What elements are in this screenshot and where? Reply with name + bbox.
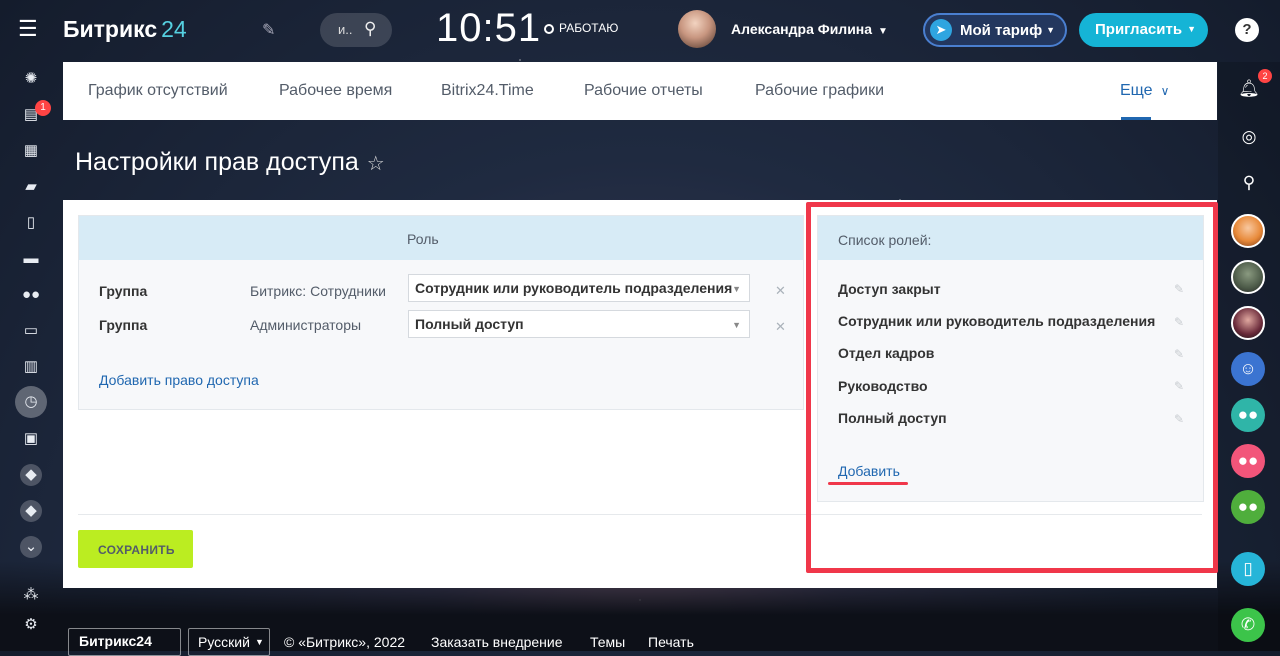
- chevron-down-icon[interactable]: ⌄: [20, 536, 42, 558]
- clock[interactable]: 10:51: [436, 6, 541, 51]
- notification-badge: 1: [35, 100, 51, 116]
- logo-number: 24: [161, 16, 187, 42]
- clock-icon[interactable]: ◷: [15, 386, 47, 418]
- permission-kind: Группа: [99, 283, 148, 299]
- chat-icon[interactable]: ▰: [20, 176, 42, 198]
- star-icon[interactable]: ☆: [367, 153, 385, 175]
- phone-transfer-icon[interactable]: ▯: [1231, 552, 1265, 586]
- contact-card-icon[interactable]: ▣: [20, 428, 42, 450]
- invite-label: Пригласить: [1095, 21, 1183, 38]
- document-icon[interactable]: ▯: [20, 212, 42, 234]
- tariff-button[interactable]: ➤ Мой тариф ▼: [923, 13, 1067, 47]
- group-chat-icon[interactable]: ☺: [1231, 352, 1265, 386]
- help-icon[interactable]: ?: [1235, 18, 1259, 42]
- invite-button[interactable]: Пригласить ▼: [1079, 13, 1208, 47]
- stack-icon[interactable]: ▥: [20, 356, 42, 378]
- page-title-text: Настройки прав доступа: [75, 148, 359, 176]
- search-icon[interactable]: ⚲: [1234, 168, 1264, 198]
- permission-kind: Группа: [99, 317, 148, 333]
- page-title: Настройки прав доступа ☆: [75, 148, 385, 177]
- highlight-frame: [806, 202, 1218, 573]
- activity-icon[interactable]: ✺: [20, 68, 42, 90]
- chevron-down-icon: ▼: [732, 284, 741, 294]
- language-value: Русский: [198, 634, 250, 650]
- save-button[interactable]: СОХРАНИТЬ: [78, 530, 193, 568]
- role-select-value: Сотрудник или руководитель подразделения: [415, 280, 733, 296]
- structure-icon[interactable]: ⁂: [20, 584, 42, 606]
- role-select[interactable]: Полный доступ ▼: [408, 310, 750, 338]
- role-select-value: Полный доступ: [415, 316, 524, 332]
- permissions-table: Роль Группа Битрикс: Сотрудники Сотрудни…: [78, 215, 804, 410]
- search-placeholder: и..: [338, 22, 353, 37]
- close-icon[interactable]: ✕: [775, 283, 786, 299]
- users-icon[interactable]: ●●: [20, 284, 42, 306]
- tab-worktime[interactable]: Рабочее время: [279, 82, 392, 100]
- save-label: СОХРАНИТЬ: [98, 543, 175, 557]
- contact-avatar[interactable]: [1231, 214, 1265, 248]
- right-sidebar: 🔔︎ 2 ◎ ⚲ ☺ ●● ●● ●● ▯ ✆: [1218, 62, 1280, 651]
- group-chat-icon[interactable]: ●●: [1231, 490, 1265, 524]
- pencil-icon[interactable]: ✎: [262, 20, 275, 40]
- logo-text: Битрикс: [63, 16, 158, 42]
- tab-bitrix-time[interactable]: Bitrix24.Time: [441, 82, 534, 100]
- status-dot-icon: [544, 24, 554, 34]
- group-chat-icon[interactable]: ●●: [1231, 398, 1265, 432]
- language-select[interactable]: Русский ▼: [188, 628, 270, 656]
- menu-icon[interactable]: ☰: [18, 18, 40, 44]
- footer-logo-text: Битрикс24: [79, 633, 152, 649]
- tab-more-label: Еще: [1120, 82, 1153, 99]
- logo[interactable]: Битрикс 24: [63, 16, 187, 43]
- rocket-icon: ➤: [930, 19, 952, 41]
- box-icon[interactable]: ◆: [20, 500, 42, 522]
- permissions-header: Роль: [79, 216, 803, 260]
- contact-avatar[interactable]: [1231, 306, 1265, 340]
- permission-subject: Битрикс: Сотрудники: [250, 283, 386, 299]
- tab-absence[interactable]: График отсутствий: [88, 82, 228, 100]
- order-link[interactable]: Заказать внедрение: [431, 634, 563, 650]
- search-icon: ⚲: [364, 19, 377, 38]
- chat-bubble-icon[interactable]: ◎: [1234, 122, 1264, 152]
- add-permission-link[interactable]: Добавить право доступа: [99, 372, 259, 388]
- drive-icon[interactable]: ▬: [20, 248, 42, 270]
- tab-schedules[interactable]: Рабочие графики: [755, 82, 884, 100]
- print-link[interactable]: Печать: [648, 634, 694, 650]
- user-name: Александра Филина: [731, 21, 873, 37]
- search-input[interactable]: и.. ⚲: [320, 13, 392, 47]
- work-status-label: РАБОТАЮ: [559, 21, 619, 35]
- calendar-icon[interactable]: ▦: [20, 140, 42, 162]
- permission-subject: Администраторы: [250, 317, 362, 333]
- tab-more[interactable]: Еще ∨: [1120, 82, 1169, 100]
- gear-icon[interactable]: ⚙: [20, 614, 42, 636]
- tab-reports[interactable]: Рабочие отчеты: [584, 82, 703, 100]
- chevron-down-icon: ▼: [732, 320, 741, 330]
- footer-logo[interactable]: Битрикс24: [68, 628, 181, 656]
- themes-link[interactable]: Темы: [590, 634, 625, 650]
- window-icon[interactable]: ▭: [20, 320, 42, 342]
- user-menu[interactable]: Александра Филина ▼: [731, 21, 888, 37]
- chevron-down-icon: ▼: [878, 26, 888, 37]
- chevron-down-icon: ▼: [255, 637, 264, 647]
- close-icon[interactable]: ✕: [775, 319, 786, 335]
- copyright: © «Битрикс», 2022: [284, 634, 406, 650]
- chevron-down-icon: ▼: [1046, 25, 1055, 35]
- notification-badge: 2: [1258, 69, 1272, 83]
- user-avatar[interactable]: [678, 10, 716, 48]
- left-sidebar: ✺ ▤ 1 ▦ ▰ ▯ ▬ ●● ▭ ▥ ◷ ▣ ◆ ◆ ⌄ ⁂ ⚙: [0, 62, 62, 651]
- tab-active-underline: [1121, 117, 1151, 120]
- phone-icon[interactable]: ✆: [1231, 608, 1265, 642]
- tariff-label: Мой тариф: [960, 22, 1043, 39]
- contact-avatar[interactable]: [1231, 260, 1265, 294]
- work-status[interactable]: РАБОТАЮ: [544, 21, 618, 35]
- chevron-down-icon: ▼: [1187, 24, 1196, 34]
- group-chat-icon[interactable]: ●●: [1231, 444, 1265, 478]
- permissions-header-label: Роль: [407, 231, 439, 247]
- box-icon[interactable]: ◆: [20, 464, 42, 486]
- chevron-down-icon: ∨: [1160, 84, 1170, 98]
- top-bar: ☰ Битрикс 24 ✎ и.. ⚲ 10:51 РАБОТАЮ Алекса…: [0, 0, 1280, 62]
- tabs-bar: График отсутствий Рабочее время Bitrix24…: [63, 62, 1217, 120]
- role-select[interactable]: Сотрудник или руководитель подразделения…: [408, 274, 750, 302]
